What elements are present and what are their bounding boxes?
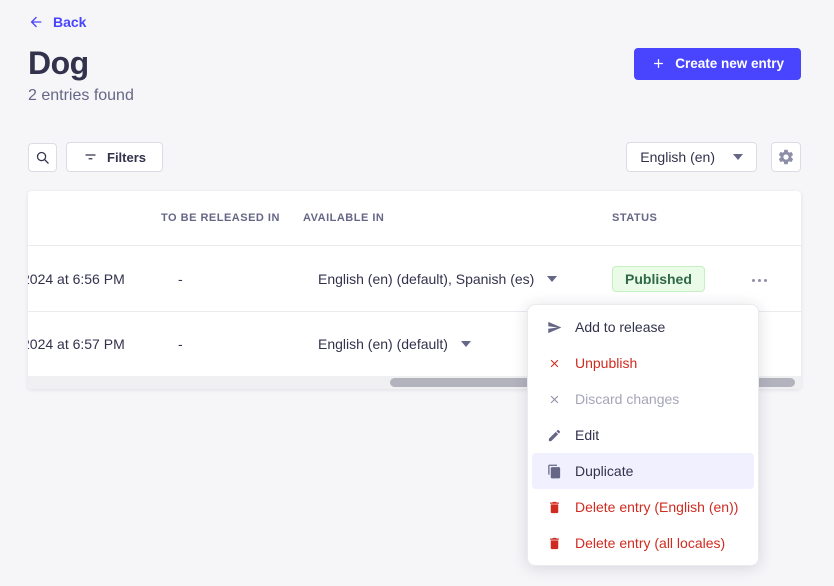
chevron-down-icon [733, 154, 743, 160]
chevron-down-icon [547, 276, 557, 282]
more-actions-button[interactable] [748, 273, 771, 288]
arrow-left-icon [28, 14, 44, 30]
locale-select[interactable]: English (en) [626, 142, 757, 172]
filter-icon [83, 150, 98, 165]
row-context-menu: Add to release Unpublish Discard changes… [527, 304, 759, 566]
cell-status: Published [612, 266, 718, 292]
entries-count: 2 entries found [28, 87, 801, 105]
trash-icon [546, 500, 562, 515]
cross-icon [546, 357, 562, 370]
filters-label: Filters [107, 150, 146, 165]
cell-available-in[interactable]: English (en) (default), Spanish (es) [303, 271, 612, 287]
ellipsis-icon [752, 279, 755, 282]
filters-button[interactable]: Filters [66, 142, 163, 172]
menu-item-add-to-release[interactable]: Add to release [532, 309, 754, 345]
column-header-to-be-released-in: TO BE RELEASED IN [161, 212, 303, 224]
menu-item-delete-entry-locale[interactable]: Delete entry (English (en)) [532, 489, 754, 525]
paper-plane-icon [546, 320, 562, 335]
gear-icon [777, 148, 795, 166]
locale-selected-value: English (en) [640, 149, 715, 165]
menu-item-duplicate[interactable]: Duplicate [532, 453, 754, 489]
search-icon [35, 150, 50, 165]
column-header-available-in: AVAILABLE IN [303, 212, 612, 224]
cell-actions [718, 269, 801, 288]
column-header-status: STATUS [612, 212, 718, 224]
menu-item-edit[interactable]: Edit [532, 417, 754, 453]
menu-item-unpublish[interactable]: Unpublish [532, 345, 754, 381]
cell-to-be-released-in: - [161, 271, 303, 287]
page-header: Back Dog Create new entry 2 entries foun… [0, 0, 834, 105]
cell-to-be-released-in: - [161, 336, 303, 352]
content-manager-page: Back Dog Create new entry 2 entries foun… [0, 0, 834, 586]
create-button-label: Create new entry [675, 56, 784, 71]
back-label: Back [53, 14, 86, 30]
trash-icon [546, 536, 562, 551]
cell-updated: 2024 at 6:57 PM [28, 336, 161, 352]
cross-icon [546, 393, 562, 406]
menu-item-delete-entry-all-locales[interactable]: Delete entry (all locales) [532, 525, 754, 561]
table-toolbar: Filters English (en) [0, 142, 834, 172]
page-title: Dog [28, 45, 89, 82]
pencil-icon [546, 428, 562, 443]
cell-updated: 2024 at 6:56 PM [28, 271, 161, 287]
back-link[interactable]: Back [28, 14, 86, 30]
available-locales-text: English (en) (default) [318, 336, 448, 352]
table-row[interactable]: 2024 at 6:56 PM - English (en) (default)… [28, 246, 801, 311]
table-header-row: TO BE RELEASED IN AVAILABLE IN STATUS [28, 191, 801, 246]
menu-item-discard-changes[interactable]: Discard changes [532, 381, 754, 417]
plus-icon [651, 56, 666, 71]
available-locales-text: English (en) (default), Spanish (es) [318, 271, 534, 287]
chevron-down-icon [461, 341, 471, 347]
search-button[interactable] [28, 143, 57, 172]
duplicate-icon [546, 464, 562, 479]
settings-button[interactable] [771, 142, 801, 172]
create-new-entry-button[interactable]: Create new entry [634, 48, 801, 80]
status-badge: Published [612, 266, 705, 292]
